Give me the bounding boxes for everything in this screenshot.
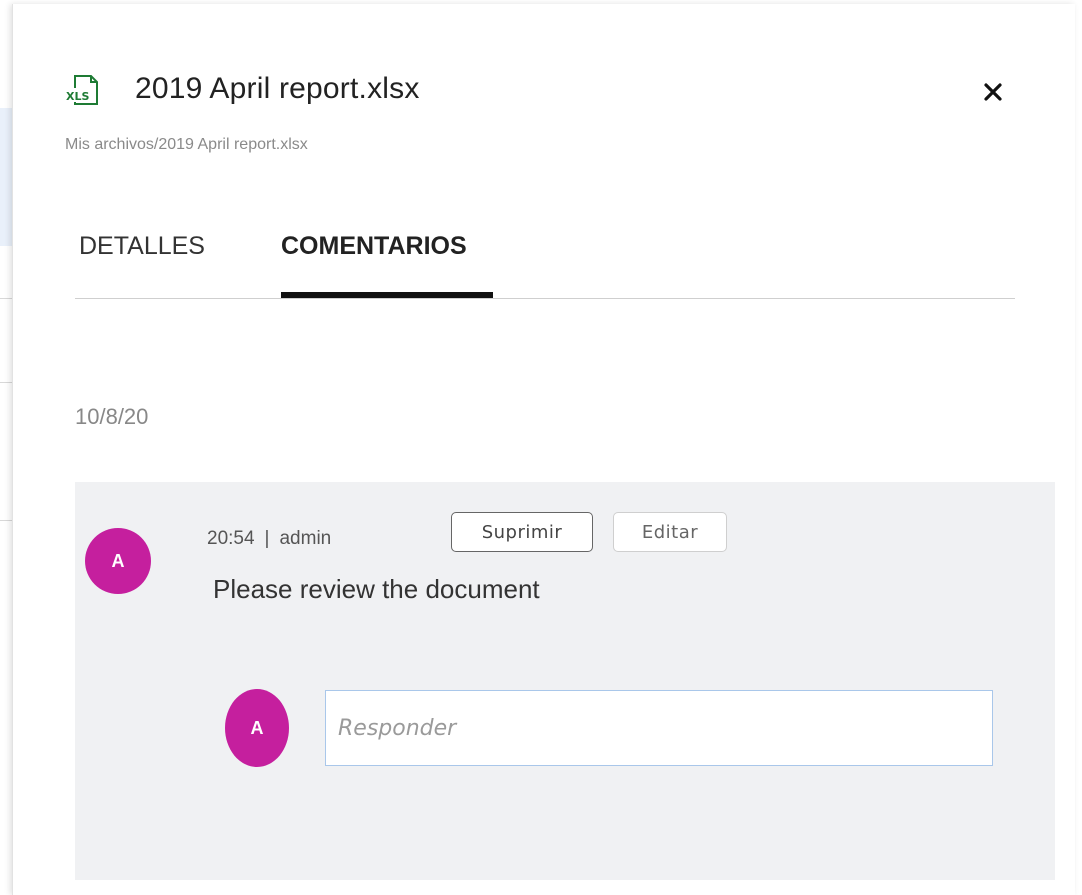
tab-details[interactable]: DETALLES [79, 232, 205, 283]
svg-text:XLS: XLS [66, 90, 89, 103]
comment-meta: 20:54 | admin [207, 528, 331, 550]
details-panel: XLS 2019 April report.xlsx Mis archivos/… [12, 4, 1075, 895]
close-icon [984, 83, 1002, 101]
comment-thread: A 20:54 | admin Suprimir Editar Please rev… [75, 482, 1055, 880]
comment-date: 10/8/20 [75, 404, 149, 429]
meta-separator: | [264, 528, 270, 549]
background-app [0, 0, 12, 895]
delete-comment-button[interactable]: Suprimir [451, 512, 593, 552]
reply-avatar: A [225, 689, 289, 767]
close-button[interactable] [977, 76, 1009, 108]
avatar: A [85, 528, 151, 594]
background-divider [0, 382, 12, 383]
comment-time: 20:54 [207, 528, 255, 549]
comment-author: admin [279, 528, 332, 549]
edit-comment-button[interactable]: Editar [613, 512, 727, 552]
active-tab-indicator [281, 292, 493, 298]
background-selected-row [0, 108, 12, 246]
panel-tabs: DETALLES COMENTARIOS [75, 222, 1015, 299]
background-divider [0, 520, 12, 521]
reply-input[interactable] [325, 690, 993, 766]
tab-comments[interactable]: COMENTARIOS [281, 232, 467, 283]
xls-file-icon: XLS [65, 74, 101, 106]
file-title: 2019 April report.xlsx [135, 72, 420, 105]
background-divider [0, 298, 12, 299]
file-path-breadcrumb: Mis archivos/2019 April report.xlsx [65, 136, 308, 153]
comment-text: Please review the document [213, 574, 540, 604]
